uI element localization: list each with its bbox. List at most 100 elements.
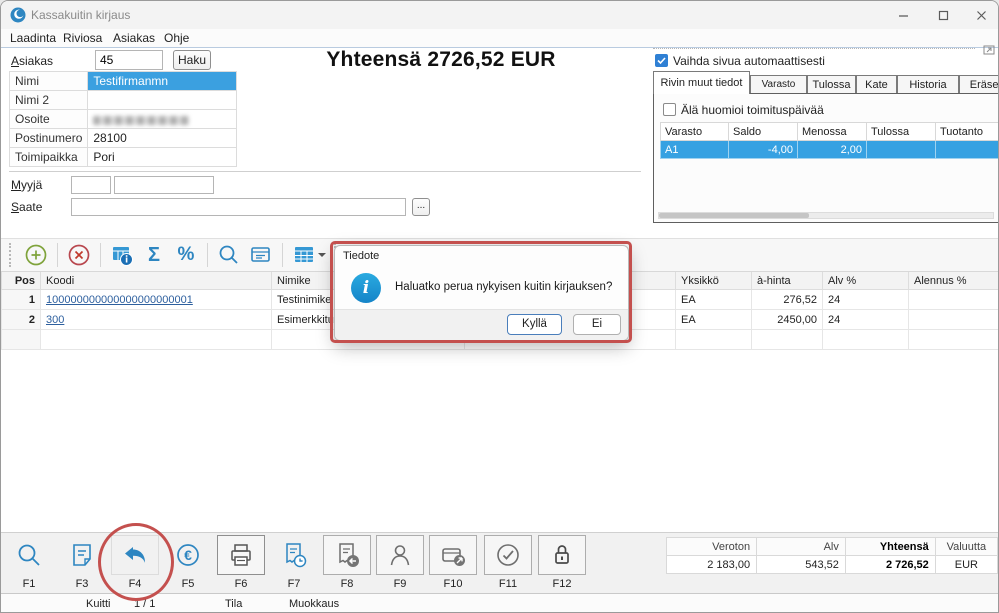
col-koodi: Koodi bbox=[40, 272, 272, 290]
col-menossa: Menossa bbox=[797, 122, 867, 141]
col-tuotanto: Tuotanto bbox=[935, 122, 998, 141]
fkey-f8-button[interactable] bbox=[323, 535, 371, 575]
close-button[interactable] bbox=[964, 5, 998, 25]
stock-row-a1[interactable]: A1 -4,00 2,00 bbox=[660, 140, 998, 159]
add-circle-icon bbox=[25, 244, 47, 266]
tab-historia[interactable]: Historia bbox=[897, 75, 959, 94]
koodi-link[interactable]: 300 bbox=[46, 314, 64, 326]
stock-table: Varasto Saldo Menossa Tulossa Tuotanto V… bbox=[660, 122, 998, 159]
koodi-link[interactable]: 100000000000000000000001 bbox=[46, 294, 193, 306]
menu-asiakas[interactable]: Asiakas bbox=[113, 31, 155, 45]
receipt-return-icon bbox=[339, 543, 359, 567]
fkey-f4-button[interactable] bbox=[111, 535, 159, 575]
yes-button[interactable]: Kyllä bbox=[507, 314, 562, 335]
remove-row-button[interactable] bbox=[63, 241, 95, 269]
redacted-address bbox=[93, 115, 190, 125]
no-button[interactable]: Ei bbox=[573, 314, 621, 335]
title-bar bbox=[1, 1, 998, 30]
maximize-button[interactable] bbox=[926, 5, 960, 25]
cell-alennus bbox=[908, 289, 998, 310]
tab-varasto[interactable]: Varasto bbox=[750, 75, 807, 94]
customer-row: Osoite bbox=[8, 109, 238, 129]
search-row-button[interactable] bbox=[213, 241, 245, 269]
fkey-f5-button[interactable]: € bbox=[164, 535, 212, 575]
cell-empty bbox=[751, 329, 823, 350]
splitter-grip[interactable] bbox=[653, 48, 975, 49]
grid-info-icon bbox=[113, 247, 133, 266]
status-muokkaus: Muokkaus bbox=[289, 598, 340, 610]
fkey-f1-label: F1 bbox=[22, 578, 36, 590]
postinumero-value[interactable]: 28100 bbox=[87, 128, 238, 148]
fkey-f7-button[interactable] bbox=[270, 535, 318, 575]
check-icon bbox=[657, 57, 666, 65]
menu-ohje[interactable]: Ohje bbox=[164, 31, 189, 45]
printer-icon bbox=[231, 544, 251, 566]
dialog-message: Haluatko perua nykyisen kuitin kirjaukse… bbox=[395, 281, 613, 293]
myyja-code-input[interactable] bbox=[71, 176, 111, 194]
fkey-f12-button[interactable] bbox=[538, 535, 586, 575]
table-view-button[interactable] bbox=[288, 241, 330, 269]
stock-header-row: Varasto Saldo Menossa Tulossa Tuotanto V… bbox=[660, 122, 998, 141]
percent-icon[interactable]: % bbox=[170, 241, 202, 269]
panel-pin-icon[interactable] bbox=[983, 45, 995, 55]
divider bbox=[9, 171, 641, 172]
add-row-button[interactable] bbox=[20, 241, 52, 269]
fkey-f9-label: F9 bbox=[393, 578, 407, 590]
nimi2-value[interactable] bbox=[87, 90, 238, 110]
saate-input[interactable] bbox=[71, 198, 406, 216]
alv-header: Alv bbox=[756, 537, 846, 556]
search-icon bbox=[219, 245, 238, 264]
open-document-button[interactable] bbox=[245, 241, 277, 269]
total-heading: Yhteensä 2726,52 EUR bbox=[326, 48, 556, 71]
toolbar-separator bbox=[282, 243, 283, 267]
person-icon bbox=[390, 545, 410, 566]
folder-document-icon bbox=[251, 247, 270, 262]
sum-icon[interactable]: Σ bbox=[138, 241, 170, 269]
toimipaikka-value[interactable]: Pori bbox=[87, 147, 238, 167]
product-info-button[interactable] bbox=[106, 241, 138, 269]
col-tulossa: Tulossa bbox=[866, 122, 936, 141]
info-icon: i bbox=[351, 273, 381, 303]
customer-row: Toimipaikka Pori bbox=[8, 147, 238, 167]
fkey-f12-label: F12 bbox=[552, 578, 572, 590]
field-label: Postinumero bbox=[8, 128, 89, 148]
osoite-value[interactable] bbox=[87, 109, 238, 129]
tab-eraseuranta[interactable]: Eräseur bbox=[959, 75, 998, 94]
tab-tulossa[interactable]: Tulossa bbox=[807, 75, 856, 94]
fkey-f3-button[interactable] bbox=[58, 535, 106, 575]
magnifier-icon bbox=[18, 544, 40, 566]
cell-ahinta: 2450,00 bbox=[751, 309, 823, 330]
nimi-value[interactable]: Testifirmanmn bbox=[87, 71, 238, 91]
status-page: 1 / 1 bbox=[134, 598, 156, 610]
customer-grid: Nimi Testifirmanmn Nimi 2 Osoite Postinu… bbox=[8, 71, 238, 167]
fkey-f11-button[interactable] bbox=[484, 535, 532, 575]
menu-riviosa[interactable]: Riviosa bbox=[63, 31, 102, 45]
haku-button[interactable]: Haku bbox=[173, 50, 211, 70]
field-label: Nimi 2 bbox=[8, 90, 89, 110]
horizontal-scrollbar[interactable] bbox=[658, 212, 994, 219]
stock-panel: Vaihda sivua automaattisesti Rivin muut … bbox=[653, 45, 998, 225]
cell-tulossa bbox=[866, 140, 936, 159]
ignore-delivery-checkbox[interactable] bbox=[663, 103, 676, 116]
toolbar-grip[interactable] bbox=[9, 243, 16, 267]
fkey-f1-button[interactable] bbox=[5, 535, 53, 575]
menu-laadinta[interactable]: Laadinta bbox=[10, 31, 56, 45]
tab-rivin-muut-tiedot[interactable]: Rivin muut tiedot bbox=[653, 71, 750, 94]
asiakas-number-input[interactable] bbox=[95, 50, 163, 70]
tiedote-dialog: Tiedote i Haluatko perua nykyisen kuitin… bbox=[334, 245, 629, 341]
scrollbar-thumb[interactable] bbox=[659, 213, 809, 218]
minimize-button[interactable] bbox=[886, 5, 920, 25]
check-circle-icon bbox=[497, 544, 519, 566]
fkey-f10-button[interactable] bbox=[429, 535, 477, 575]
fkey-f6-button[interactable] bbox=[217, 535, 265, 575]
fkey-f4-label: F4 bbox=[128, 578, 142, 590]
fkey-f9-button[interactable] bbox=[376, 535, 424, 575]
table-grid-icon bbox=[295, 247, 313, 262]
myyja-name-input[interactable] bbox=[114, 176, 214, 194]
app-icon bbox=[10, 7, 26, 23]
tab-kate[interactable]: Kate bbox=[856, 75, 897, 94]
cell-menossa: 2,00 bbox=[797, 140, 867, 159]
auto-page-checkbox[interactable] bbox=[655, 54, 668, 67]
saate-more-button[interactable]: ... bbox=[412, 198, 430, 216]
remove-circle-icon bbox=[68, 244, 90, 266]
